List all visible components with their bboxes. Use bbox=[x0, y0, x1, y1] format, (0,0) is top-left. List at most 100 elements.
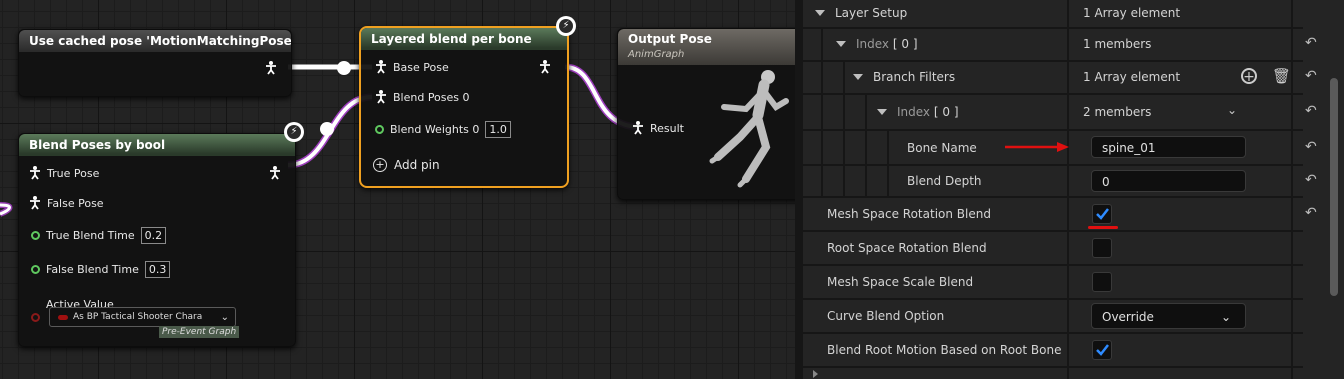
true-blend-time-label: True Blend Time bbox=[46, 229, 135, 242]
false-pose-pin[interactable]: False Pose bbox=[29, 196, 104, 210]
annotation-underline bbox=[1088, 226, 1118, 229]
output-pose-header: Output Pose AnimGraph bbox=[618, 29, 795, 65]
blend-root-motion-label: Blend Root Motion Based on Root Bone bbox=[827, 343, 1062, 357]
index-number: [ 0 ] bbox=[892, 37, 918, 51]
layer-setup-value: 1 Array element bbox=[1083, 6, 1181, 20]
checkmark-icon bbox=[1096, 208, 1109, 220]
index-number: [ 0 ] bbox=[933, 105, 959, 119]
index-label: Index bbox=[856, 37, 890, 51]
false-blend-time-label: False Blend Time bbox=[46, 263, 139, 276]
blend-poses-by-bool-node[interactable]: Blend Poses by bool True Pose False Pose… bbox=[18, 133, 296, 347]
active-value-dropdown[interactable]: As BP Tactical Shooter Chara ⌄ bbox=[49, 307, 236, 327]
output-pose-node[interactable]: Output Pose AnimGraph Result bbox=[617, 28, 795, 200]
mesh-space-rotation-blend-label: Mesh Space Rotation Blend bbox=[827, 207, 991, 221]
add-pin-button[interactable]: + Add pin bbox=[373, 158, 440, 172]
fast-path-icon: ⚡ bbox=[284, 122, 304, 142]
pose-output-pin-icon[interactable] bbox=[265, 61, 277, 75]
anim-graph-canvas[interactable]: Use cached pose 'MotionMatchingPose' Ble… bbox=[0, 0, 795, 379]
output-pose-subtitle: AnimGraph bbox=[628, 49, 685, 60]
mesh-space-scale-blend-row: Mesh Space Scale Blend bbox=[803, 266, 1303, 298]
blend-depth-label: Blend Depth bbox=[907, 174, 982, 188]
curve-blend-option-dropdown[interactable]: Override ⌄ bbox=[1091, 303, 1246, 329]
cached-pose-node[interactable]: Use cached pose 'MotionMatchingPose' bbox=[18, 29, 292, 97]
pose-output-pin-icon[interactable] bbox=[269, 166, 281, 180]
index-0-inner-row[interactable]: Index [ 0 ] 2 members ⌄ ↶ bbox=[803, 95, 1317, 129]
details-scrollbar[interactable] bbox=[1330, 78, 1338, 296]
bool-pin-icon bbox=[31, 313, 40, 322]
false-blend-time-pin[interactable]: False Blend Time 0.3 bbox=[31, 261, 171, 278]
chevron-down-icon: ⌄ bbox=[1220, 310, 1231, 324]
mesh-space-rotation-blend-row: Mesh Space Rotation Blend ↶ bbox=[803, 198, 1317, 230]
expand-arrow-icon[interactable] bbox=[815, 10, 825, 16]
base-pose-pin[interactable]: Base Pose bbox=[375, 60, 449, 74]
mesh-space-rotation-blend-checkbox[interactable] bbox=[1092, 204, 1112, 224]
curve-blend-option-label: Curve Blend Option bbox=[827, 309, 945, 323]
indent-guide bbox=[887, 131, 889, 196]
expand-arrow-icon[interactable] bbox=[836, 41, 846, 47]
blend-poses-pin[interactable]: Blend Poses 0 bbox=[375, 90, 470, 104]
variable-color-icon bbox=[58, 314, 68, 320]
float-pin-icon bbox=[31, 231, 40, 240]
blend-root-motion-row: Blend Root Motion Based on Root Bone bbox=[803, 334, 1303, 366]
true-pose-label: True Pose bbox=[47, 166, 100, 180]
layered-blend-per-bone-node[interactable]: Layered blend per bone Base Pose Blend P… bbox=[359, 26, 569, 188]
index-0-row[interactable]: Index [ 0 ] 1 members ↶ bbox=[803, 29, 1317, 59]
pose-pin-icon bbox=[375, 90, 387, 104]
chevron-down-icon[interactable]: ⌄ bbox=[1227, 103, 1237, 117]
indent-guide bbox=[821, 29, 823, 196]
true-blend-time-input[interactable]: 0.2 bbox=[140, 227, 167, 244]
cached-pose-title: Use cached pose 'MotionMatchingPose' bbox=[19, 30, 291, 52]
index-label: Index bbox=[897, 105, 931, 119]
pose-pin-icon bbox=[29, 196, 41, 210]
active-value-selected: As BP Tactical Shooter Chara bbox=[73, 312, 203, 322]
mesh-space-scale-blend-label: Mesh Space Scale Blend bbox=[827, 275, 974, 289]
layer-setup-row[interactable]: Layer Setup 1 Array element bbox=[803, 0, 1303, 26]
curve-blend-option-row: Curve Blend Option Override ⌄ bbox=[803, 300, 1303, 332]
reset-arrow-icon[interactable]: ↶ bbox=[1305, 172, 1317, 188]
bone-name-input[interactable]: spine_01 bbox=[1091, 136, 1246, 158]
blend-root-motion-checkbox[interactable] bbox=[1092, 340, 1112, 360]
indent-guide bbox=[843, 62, 845, 196]
blend-weights-pin[interactable]: Blend Weights 0 1.0 bbox=[375, 121, 511, 138]
trash-icon[interactable]: 🗑 bbox=[1272, 67, 1291, 85]
true-blend-time-pin[interactable]: True Blend Time 0.2 bbox=[31, 227, 167, 244]
true-pose-pin[interactable]: True Pose bbox=[29, 166, 99, 180]
reset-arrow-icon[interactable]: ↶ bbox=[1305, 35, 1317, 51]
pre-event-graph-tag: Pre-Event Graph bbox=[159, 326, 240, 338]
reset-arrow-icon[interactable]: ↶ bbox=[1305, 68, 1317, 84]
reset-arrow-icon[interactable]: ↶ bbox=[1305, 103, 1317, 119]
blend-weights-input[interactable]: 1.0 bbox=[485, 121, 511, 138]
collapsed-section-arrow-icon[interactable] bbox=[813, 370, 818, 378]
details-panel: Layer Setup 1 Array element Index [ 0 ] … bbox=[795, 0, 1344, 379]
reset-arrow-icon[interactable]: ↶ bbox=[1305, 139, 1317, 155]
blend-depth-input[interactable]: 0 bbox=[1091, 170, 1246, 192]
root-space-rotation-blend-checkbox[interactable] bbox=[1092, 238, 1112, 258]
add-element-icon[interactable]: + bbox=[1241, 68, 1257, 85]
add-circle-icon: + bbox=[373, 158, 387, 172]
pose-pin-icon bbox=[375, 60, 387, 74]
index-0-value: 1 members bbox=[1083, 37, 1152, 51]
result-pin[interactable]: Result bbox=[632, 121, 684, 135]
indent-guide bbox=[865, 95, 867, 196]
pose-pin-icon bbox=[632, 121, 644, 135]
blend-bool-title: Blend Poses by bool bbox=[19, 134, 295, 156]
blend-weights-label: Blend Weights 0 bbox=[390, 123, 480, 136]
false-blend-time-input[interactable]: 0.3 bbox=[144, 261, 171, 278]
output-pose-title: Output Pose bbox=[628, 32, 712, 46]
fast-path-icon: ⚡ bbox=[556, 16, 576, 36]
expand-arrow-icon[interactable] bbox=[877, 109, 887, 115]
pose-output-pin-icon[interactable] bbox=[539, 60, 551, 74]
chevron-down-icon: ⌄ bbox=[220, 311, 229, 323]
base-pose-label: Base Pose bbox=[393, 60, 449, 74]
blend-depth-row: Blend Depth 0 ↶ bbox=[803, 166, 1317, 196]
annotation-arrow bbox=[1005, 142, 1069, 152]
branch-filters-row[interactable]: Branch Filters 1 Array element + 🗑 ↶ bbox=[803, 62, 1317, 92]
float-pin-icon bbox=[31, 265, 40, 274]
expand-arrow-icon[interactable] bbox=[853, 74, 863, 80]
root-space-rotation-blend-row: Root Space Rotation Blend bbox=[803, 232, 1303, 264]
mesh-space-scale-blend-checkbox[interactable] bbox=[1092, 272, 1112, 292]
false-pose-label: False Pose bbox=[47, 196, 104, 210]
bone-name-label: Bone Name bbox=[907, 140, 977, 155]
layer-setup-label: Layer Setup bbox=[835, 6, 908, 20]
reset-arrow-icon[interactable]: ↶ bbox=[1305, 205, 1317, 221]
